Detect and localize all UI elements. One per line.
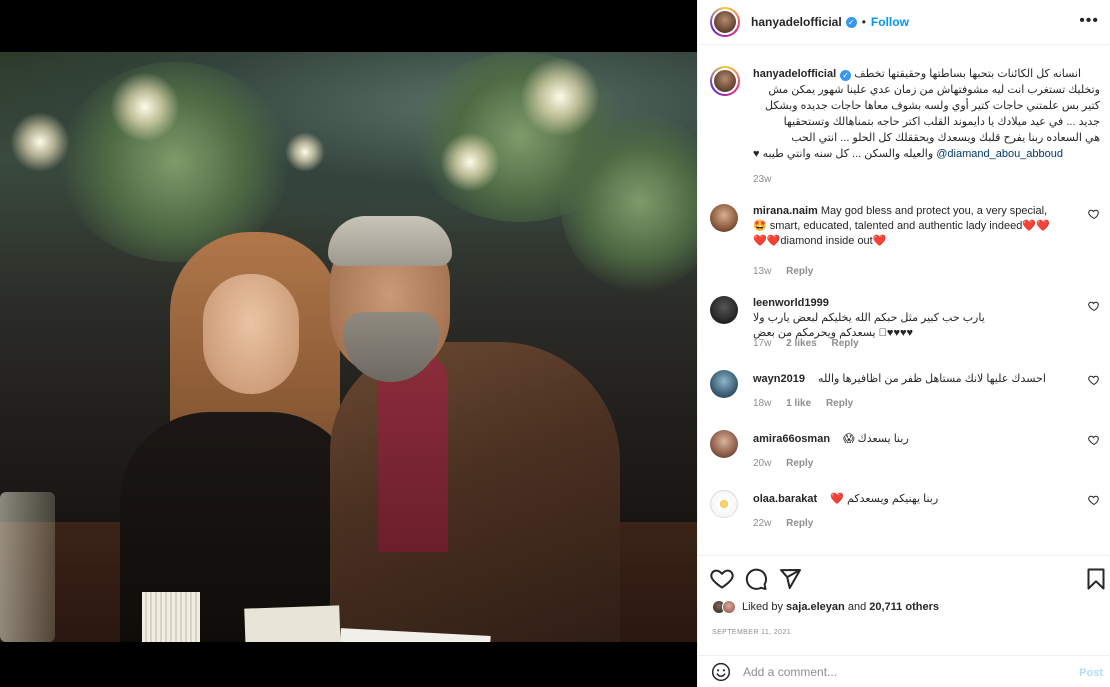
caption-line: هي السعاده ربنا يفرح قلبك ويسعدك ويحققلك… bbox=[791, 132, 1100, 144]
reply-button[interactable]: Reply bbox=[832, 338, 859, 349]
post-photo[interactable] bbox=[0, 52, 697, 642]
comment-meta: 22w Reply bbox=[753, 518, 825, 529]
comment-line: 🤩 smart, educated, talented and authenti… bbox=[753, 220, 1050, 232]
likes-summary: Liked by saja.eleyan and 20,711 others bbox=[712, 600, 939, 614]
likes-text: Liked by saja.eleyan and 20,711 others bbox=[742, 601, 939, 613]
photo-man-jacket bbox=[330, 342, 620, 642]
comment-username[interactable]: mirana.naim bbox=[753, 205, 818, 217]
comment-username[interactable]: olaa.barakat bbox=[753, 493, 817, 505]
comment-line: احسدك عليها لانك مستاهل ظفر من اظافيرها … bbox=[818, 373, 1046, 385]
comment-avatar[interactable] bbox=[710, 296, 738, 324]
comment-likes[interactable]: 2 likes bbox=[786, 338, 817, 349]
comment-avatar[interactable] bbox=[710, 204, 738, 232]
liker-avatar bbox=[722, 600, 736, 614]
caption-line: جديد ... في عيد ميلادك يا دايموند القلب … bbox=[783, 116, 1100, 128]
comment-time[interactable]: 20w bbox=[753, 458, 771, 469]
small-heart-icon[interactable] bbox=[1088, 434, 1100, 446]
caption-text: hanyadelofficial ✓ انسانه كل الكائنات بتح… bbox=[753, 66, 1100, 188]
more-options-icon[interactable]: ••• bbox=[1079, 13, 1099, 29]
post-side-panel: hanyadelofficial ✓ • Follow ••• hanyadel… bbox=[697, 0, 1110, 687]
small-heart-icon[interactable] bbox=[1088, 208, 1100, 220]
caption-line: وتخليك تستغرب انت ليه مشوفتهاش من زمان ع… bbox=[768, 84, 1100, 96]
caption-line: والعيله والسكن ... كل سنه وانتي طيبه ♥ bbox=[753, 148, 934, 160]
caption-line: انسانه كل الكائنات بتحبها بساطتها وحقيقت… bbox=[854, 68, 1082, 80]
post-date[interactable]: SEPTEMBER 11, 2021 bbox=[712, 629, 791, 636]
reply-button[interactable]: Reply bbox=[826, 398, 853, 409]
verified-badge-icon: ✓ bbox=[845, 16, 857, 28]
comment-line: يارب حب كبير مثل حبكم الله يخليكم لبعض ي… bbox=[753, 312, 985, 324]
photo-man-sweater bbox=[378, 352, 448, 552]
add-comment-bar: Post bbox=[698, 655, 1110, 687]
comment-line: ❤️❤️diamond inside out❤️ bbox=[753, 235, 887, 247]
post-actions: Liked by saja.eleyan and 20,711 others S… bbox=[698, 555, 1110, 655]
avatar-image bbox=[712, 68, 738, 94]
caption-mention-link[interactable]: @diamand_abou_abboud bbox=[936, 148, 1063, 160]
likes-and: and bbox=[847, 601, 867, 613]
comment-line: ربنا يهنيكم ويسعدكم ❤️ bbox=[830, 493, 939, 505]
comment-time[interactable]: 17w bbox=[753, 338, 771, 349]
post-header: hanyadelofficial ✓ • Follow ••• bbox=[698, 0, 1110, 45]
comments-list[interactable]: hanyadelofficial ✓ انسانه كل الكائنات بتح… bbox=[698, 46, 1110, 554]
comment-line: May god bless and protect you, a very sp… bbox=[820, 205, 1048, 217]
likes-count[interactable]: 20,711 others bbox=[869, 601, 939, 613]
liker-username[interactable]: saja.eleyan bbox=[786, 601, 845, 613]
photo-light bbox=[110, 72, 180, 142]
small-heart-icon[interactable] bbox=[1088, 374, 1100, 386]
comment-meta: 13w Reply bbox=[753, 266, 825, 277]
header-avatar[interactable] bbox=[710, 7, 740, 37]
comment-line: ربنا يسعدك 😱 bbox=[843, 433, 909, 445]
photo-woman-face bbox=[203, 274, 299, 394]
comment-likes[interactable]: 1 like bbox=[786, 398, 811, 409]
comment-time[interactable]: 13w bbox=[753, 266, 771, 277]
caption-time[interactable]: 23w bbox=[753, 174, 771, 185]
media-panel bbox=[0, 0, 697, 687]
reply-button[interactable]: Reply bbox=[786, 458, 813, 469]
comment-input[interactable] bbox=[743, 664, 1063, 679]
photo-napkins bbox=[142, 592, 200, 642]
caption-username[interactable]: hanyadelofficial bbox=[753, 68, 836, 80]
comment-avatar[interactable] bbox=[710, 490, 738, 518]
post-button[interactable]: Post bbox=[1079, 667, 1103, 679]
comment-avatar[interactable] bbox=[710, 430, 738, 458]
comment-time[interactable]: 18w bbox=[753, 398, 771, 409]
header-separator: • bbox=[861, 15, 866, 29]
small-heart-icon[interactable] bbox=[1088, 300, 1100, 312]
follow-button[interactable]: Follow bbox=[871, 15, 909, 29]
photo-card bbox=[244, 605, 341, 642]
comment-username[interactable]: wayn2019 bbox=[753, 373, 805, 385]
comment-time[interactable]: 22w bbox=[753, 518, 771, 529]
comment-text: mirana.naim May god bless and protect yo… bbox=[753, 204, 1083, 249]
heart-icon[interactable] bbox=[710, 567, 734, 591]
comment-username[interactable]: amira66osman bbox=[753, 433, 830, 445]
comment-text: wayn2019 احسدك عليها لانك مستاهل ظفر من … bbox=[753, 370, 1083, 387]
photo-light bbox=[10, 112, 70, 172]
avatar-image bbox=[712, 9, 738, 35]
header-username[interactable]: hanyadelofficial bbox=[751, 15, 842, 29]
caption-line: كتير بس علمتني حاجات كتير أوي ولسه بشوف … bbox=[764, 100, 1100, 112]
share-icon[interactable] bbox=[778, 567, 802, 591]
comment-meta: 18w 1 like Reply bbox=[753, 398, 865, 409]
reply-button[interactable]: Reply bbox=[786, 518, 813, 529]
likes-prefix: Liked by bbox=[742, 601, 783, 613]
emoji-icon[interactable] bbox=[711, 662, 731, 682]
photo-light bbox=[520, 57, 600, 137]
comment-meta: 17w 2 likes Reply bbox=[753, 338, 871, 349]
photo-light bbox=[440, 132, 500, 192]
photo-light bbox=[285, 132, 325, 172]
reply-button[interactable]: Reply bbox=[786, 266, 813, 277]
comment-username[interactable]: leenworld1999 bbox=[753, 297, 829, 309]
comment-icon[interactable] bbox=[744, 567, 768, 591]
small-heart-icon[interactable] bbox=[1088, 494, 1100, 506]
comment-text: amira66osman ربنا يسعدك 😱 bbox=[753, 430, 1083, 447]
photo-glass bbox=[0, 492, 55, 642]
comment-meta: 20w Reply bbox=[753, 458, 825, 469]
photo-man-hair bbox=[328, 216, 452, 266]
comment-avatar[interactable] bbox=[710, 370, 738, 398]
comment-text: olaa.barakat ربنا يهنيكم ويسعدكم ❤️ bbox=[753, 490, 1083, 507]
bookmark-icon[interactable] bbox=[1084, 567, 1108, 591]
comment-text: leenworld1999 يارب حب كبير مثل حبكم الله… bbox=[753, 296, 1083, 341]
caption-avatar[interactable] bbox=[710, 66, 740, 96]
verified-badge-icon: ✓ bbox=[840, 70, 852, 81]
